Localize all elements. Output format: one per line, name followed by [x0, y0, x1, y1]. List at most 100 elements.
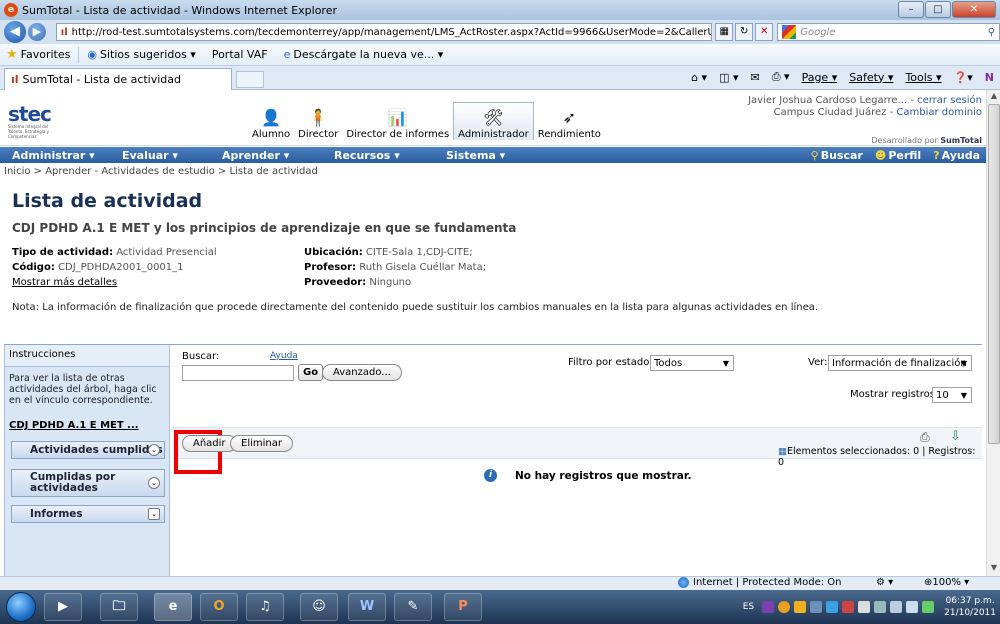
role-director-informes[interactable]: 📊 Director de informes: [342, 102, 453, 140]
display-icon[interactable]: [874, 601, 887, 613]
search-field[interactable]: Google ⚲: [777, 23, 1000, 41]
security-icon[interactable]: [842, 601, 855, 613]
roster-search-input[interactable]: [182, 365, 294, 381]
start-button[interactable]: [6, 592, 36, 622]
stec-logo[interactable]: stec Sistema Integral del Talento, Estra…: [8, 104, 62, 139]
show-records-label: Mostrar registros:: [850, 389, 939, 400]
help-link[interactable]: Ayuda: [270, 351, 298, 361]
nav-administrar[interactable]: Administrar ▾: [12, 149, 112, 162]
role-rendimiento[interactable]: ➶ Rendimiento: [534, 102, 605, 140]
forward-button[interactable]: ▶: [27, 23, 46, 41]
section-actividades-cumplidas[interactable]: Actividades cumplidas ⌄: [11, 441, 165, 459]
favorite-label: Sitios sugeridos ▾: [99, 48, 196, 61]
volume-icon[interactable]: [906, 601, 919, 613]
internet-explorer-icon[interactable]: e: [154, 593, 192, 621]
outlook-tray-icon[interactable]: [794, 601, 807, 613]
change-domain-link[interactable]: Cambiar dominio: [896, 107, 982, 118]
zoom-level[interactable]: ⊕100% ▾: [924, 577, 969, 588]
remove-button[interactable]: Eliminar: [230, 435, 293, 452]
language-indicator[interactable]: ES: [743, 602, 754, 612]
power-icon[interactable]: [922, 601, 935, 613]
compatibility-view-icon[interactable]: ▦: [715, 23, 734, 41]
word-icon[interactable]: W: [348, 593, 386, 621]
logout-link[interactable]: cerrar sesión: [917, 95, 982, 106]
nav-recursos[interactable]: Recursos ▾: [334, 149, 434, 162]
tab-sumtotal[interactable]: ıl SumTotal - Lista de actividad: [4, 68, 232, 90]
feeds-icon[interactable]: ◫ ▾: [719, 71, 738, 84]
search-icon[interactable]: ⚲: [988, 27, 995, 38]
nav-evaluar[interactable]: Evaluar ▾: [112, 149, 210, 162]
nav-sistema[interactable]: Sistema ▾: [446, 149, 546, 162]
nav-profile[interactable]: ☻ Perfil: [875, 149, 921, 162]
network-signal-icon[interactable]: [890, 601, 903, 613]
records-per-page-select[interactable]: 10 ▼: [932, 387, 972, 403]
tray-app-icon[interactable]: [778, 601, 791, 613]
bluetooth-icon[interactable]: [826, 601, 839, 613]
home-icon[interactable]: ⌂ ▾: [691, 71, 707, 84]
stop-icon[interactable]: ✕: [755, 23, 774, 41]
favorite-portal-vaf[interactable]: Portal VAF: [212, 48, 268, 61]
nav-search[interactable]: ⚲ Buscar: [811, 149, 863, 162]
clock[interactable]: 06:37 p.m. 21/10/2011: [944, 595, 996, 619]
favorite-sitios-sugeridos[interactable]: ◉ Sitios sugeridos ▾: [87, 48, 195, 61]
status-filter-select[interactable]: Todos ▼: [650, 355, 734, 371]
nav-help[interactable]: ? Ayuda: [933, 149, 980, 162]
section-cumplidas-por-actividades[interactable]: Cumplidas por actividades ⌄: [11, 469, 165, 497]
tools-menu[interactable]: Tools ▾: [905, 71, 941, 84]
favorite-descargate[interactable]: e Descárgate la nueva ve... ▾: [284, 48, 444, 61]
ie-page-icon: e: [283, 48, 291, 61]
new-tab-button[interactable]: [236, 71, 264, 88]
onenote-icon[interactable]: N: [985, 71, 994, 84]
media-player-icon[interactable]: ▶: [44, 593, 82, 621]
paint-icon[interactable]: ✎: [394, 593, 432, 621]
print-icon[interactable]: ⎙: [920, 430, 930, 445]
address-bar: ◀ ▶ ıl http://rod-test.sumtotalsystems.c…: [0, 20, 1000, 44]
zone-settings-icon[interactable]: ⚙ ▾: [876, 577, 893, 588]
safety-menu[interactable]: Safety ▾: [849, 71, 893, 84]
nav-aprender[interactable]: Aprender ▾: [222, 149, 322, 162]
security-zone[interactable]: Internet | Protected Mode: On: [678, 577, 841, 588]
breadcrumb[interactable]: Inicio > Aprender - Actividades de estud…: [4, 166, 318, 177]
taskbar: ▶ 🗀 e O ♫ ☺ W ✎ P ES 06:37 p.m. 21/10/20…: [0, 590, 1000, 624]
page-scrollbar[interactable]: ▲ ▼: [986, 90, 1000, 576]
maximize-button[interactable]: □: [925, 1, 951, 18]
more-details-link[interactable]: Mostrar más detalles: [12, 277, 117, 288]
outlook-icon[interactable]: O: [200, 593, 238, 621]
activity-type: Actividad Presencial: [116, 247, 217, 258]
section-informes[interactable]: Informes ⌄: [11, 505, 165, 523]
minimize-button[interactable]: –: [898, 1, 924, 18]
mail-icon[interactable]: ✉: [751, 71, 760, 84]
advanced-search-button[interactable]: Avanzado...: [322, 364, 402, 381]
close-window-button[interactable]: ✕: [952, 1, 996, 18]
page-menu[interactable]: Page ▾: [802, 71, 838, 84]
user-info: Javier Joshua Cardoso Legarre... - cerra…: [748, 95, 982, 119]
network-share-icon[interactable]: [810, 601, 823, 613]
action-center-icon[interactable]: [858, 601, 871, 613]
back-button[interactable]: ◀: [4, 21, 26, 43]
add-button[interactable]: Añadir: [182, 435, 237, 452]
favorites-bar: ★ Favorites ◉ Sitios sugeridos ▾ Portal …: [0, 44, 1000, 66]
onenote-tray-icon[interactable]: [762, 601, 775, 613]
view-label: Ver:: [808, 357, 828, 368]
itunes-icon[interactable]: ♫: [246, 593, 284, 621]
window-title: SumTotal - Lista de actividad - Windows …: [22, 3, 337, 17]
help-icon[interactable]: ❓▾: [954, 71, 973, 84]
scroll-thumb[interactable]: [988, 104, 1000, 444]
url-field[interactable]: ıl http://rod-test.sumtotalsystems.com/t…: [55, 23, 713, 41]
tools-icon: 🛠: [483, 108, 504, 127]
messenger-icon[interactable]: ☺: [300, 593, 338, 621]
export-icon[interactable]: ⇩: [950, 429, 961, 444]
current-activity-link[interactable]: CDJ PDHD A.1 E MET ...: [5, 412, 169, 435]
role-alumno[interactable]: 👤 Alumno: [248, 102, 294, 140]
view-select[interactable]: Información de finalización ▼: [828, 355, 972, 371]
go-button[interactable]: Go: [298, 364, 324, 381]
print-icon[interactable]: ⎙ ▾: [772, 70, 790, 84]
roster-content: Buscar: Ayuda Go Avanzado... Filtro por …: [172, 345, 982, 576]
powerpoint-icon[interactable]: P: [444, 593, 482, 621]
favorites-button[interactable]: Favorites: [21, 48, 71, 61]
role-director[interactable]: 🧍 Director: [294, 102, 342, 140]
explorer-icon[interactable]: 🗀: [100, 593, 138, 621]
refresh-icon[interactable]: ↻: [735, 23, 754, 41]
globe-icon: [678, 577, 689, 588]
role-administrador[interactable]: 🛠 Administrador: [453, 102, 534, 140]
